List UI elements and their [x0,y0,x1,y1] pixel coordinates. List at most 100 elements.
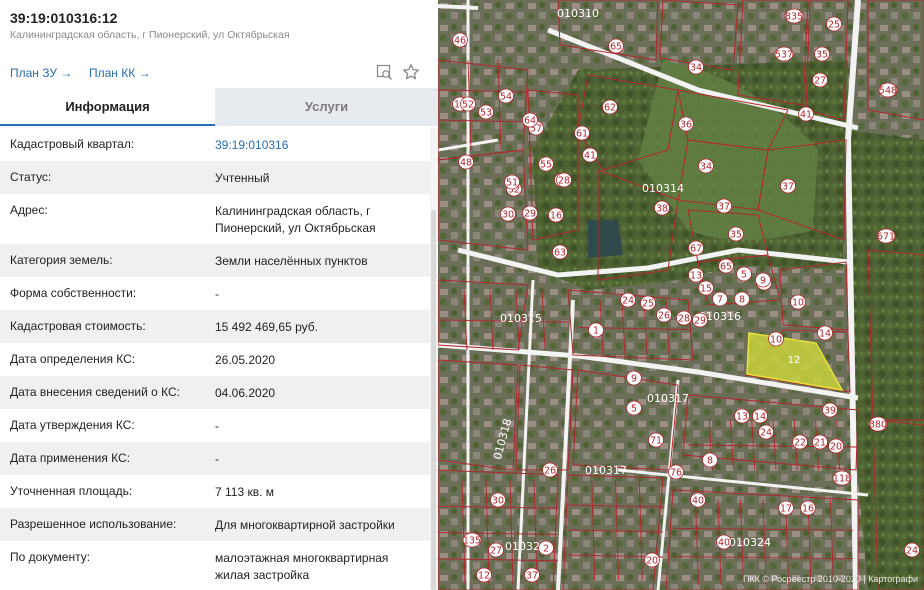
tab-services[interactable]: Услуги [215,88,438,126]
detail-value: Для многоквартирной застройки [215,518,395,532]
detail-value: - [215,287,219,301]
map-search-icon[interactable] [376,63,394,81]
parcel-number: 29 [524,209,536,220]
parcel-number: 67 [690,244,702,255]
parcel-number: 26 [658,311,670,322]
parcel-number: 671 [877,232,895,243]
cadastral-map[interactable]: 12 010310 010314 010315 010316 010317 010317 0… [438,0,924,590]
quarter-label: 010324 [729,536,771,549]
parcel-number: 8 [707,456,713,467]
detail-value: - [215,419,219,433]
parcel-number: 24 [622,296,634,307]
detail-row: Дата определения КС: 26.05.2020 [0,343,430,376]
parcel-number: 13 [736,412,748,423]
quarter-label: 010314 [642,182,684,195]
parcel-number: 5 [631,404,637,415]
parcel-number: 52 [462,100,474,111]
parcel-number: 29 [694,316,706,327]
parcel-number: 1 [593,326,599,337]
parcel-number: 2 [543,544,549,555]
parcel-number: 34 [690,63,702,74]
parcel-number: 15 [700,284,712,295]
parcel-number: 62 [604,103,616,114]
parcel-number: 17 [780,504,792,515]
parcel-number: 63 [554,248,566,259]
detail-label: Статус: [10,170,52,184]
star-icon-svg [403,64,419,80]
parcel-number: 40 [718,538,730,549]
parcel-number: 65 [720,262,732,273]
parcel-number: 41 [800,110,812,121]
parcel-number: 12 [478,571,490,582]
parcel-number: 61 [576,129,588,140]
detail-row: Адрес: Калининградская область, г Пионерс… [0,194,430,244]
parcel-number: 548 [879,86,897,97]
parcel-number: 14 [754,412,766,423]
detail-label: Дата внесения сведений о КС: [10,385,180,399]
detail-row: Кадастровая стоимость: 15 492 469,65 руб. [0,310,430,343]
parcel-number: 9 [760,276,766,287]
detail-value: Калининградская область, г Пионерский, у… [215,204,376,235]
detail-label: Уточненная площадь: [10,484,133,498]
parcel-number: 36 [680,120,692,131]
detail-value: 04.06.2020 [215,386,276,400]
parcel-number: 8 [739,295,745,306]
detail-label: Кадастровая стоимость: [10,319,146,333]
parcel-number: 41 [584,151,596,162]
detail-row: Статус: Учтенный [0,161,430,194]
parcel-number: 835 [785,12,803,23]
parcel-number: 24 [760,428,772,439]
quarter-label: 010315 [500,312,542,325]
parcel-number: 76 [670,468,682,479]
quarter-label: 010317 [585,464,627,477]
parcel-number: 27 [490,546,502,557]
detail-label: Дата применения КС: [10,451,131,465]
detail-value: 26.05.2020 [215,353,276,367]
parcel-number: 30 [502,210,514,221]
detail-label: Категория земель: [10,253,113,267]
scrollbar-thumb[interactable] [431,210,436,590]
parcel-number: 10 [770,335,782,346]
parcel-number: 16 [802,504,814,515]
detail-label: Адрес: [10,203,48,217]
plan-kk-link[interactable]: План КК → [89,66,151,80]
parcel-number: 35 [730,230,742,241]
parcel-number: 26 [544,466,556,477]
parcel-number: 28 [558,176,570,187]
map-copyright: ПКК © Росреестр 2010-2020 | Картографи [743,574,918,584]
parcel-number: 34 [700,162,712,173]
parcel-number: 53 [480,108,492,119]
plan-zu-link[interactable]: План ЗУ → [10,66,72,80]
detail-value: малоэтажная многоквартирная жилая застро… [215,551,389,582]
details-table: Кадастровый квартал: 39:19:010316 Статус: У… [0,128,430,590]
detail-value: - [215,452,219,466]
parcel-number: 5 [741,270,747,281]
quarter-label: 010310 [557,7,599,20]
detail-label: Дата утверждения КС: [10,418,135,432]
parcel-number: 537 [775,50,793,61]
quarter-link[interactable]: 39:19:010316 [215,137,425,154]
parcel-number: 55 [540,160,552,171]
detail-row: Дата внесения сведений о КС: 04.06.2020 [0,376,430,409]
parcel-number: 13 [690,271,702,282]
parcel-number: 39 [824,406,836,417]
parcel-number: 21 [814,438,826,449]
selected-parcel-label: 12 [788,355,801,366]
star-icon[interactable] [402,63,420,81]
parcel-number: 20 [830,442,842,453]
parcel-number: 16 [550,211,562,222]
tab-information[interactable]: Информация [0,88,215,126]
detail-row: Дата утверждения КС: - [0,409,430,442]
parcel-number: 10 [792,298,804,309]
parcel-number: 14 [819,329,831,340]
detail-label: Кадастровый квартал: [10,137,135,151]
detail-value: Учтенный [215,171,270,185]
parcel-number: 7 [717,295,723,306]
detail-row: Категория земель: Земли населённых пункто… [0,244,430,277]
parcel-number: 40 [692,496,704,507]
parcel-number: 71 [650,436,662,447]
parcel-number: 30 [492,496,504,507]
parcel-number: 25 [828,20,840,31]
parcel-number: 54 [500,92,512,103]
map-canvas[interactable]: 12 010310010314010315 0103160103170103170… [438,0,924,590]
